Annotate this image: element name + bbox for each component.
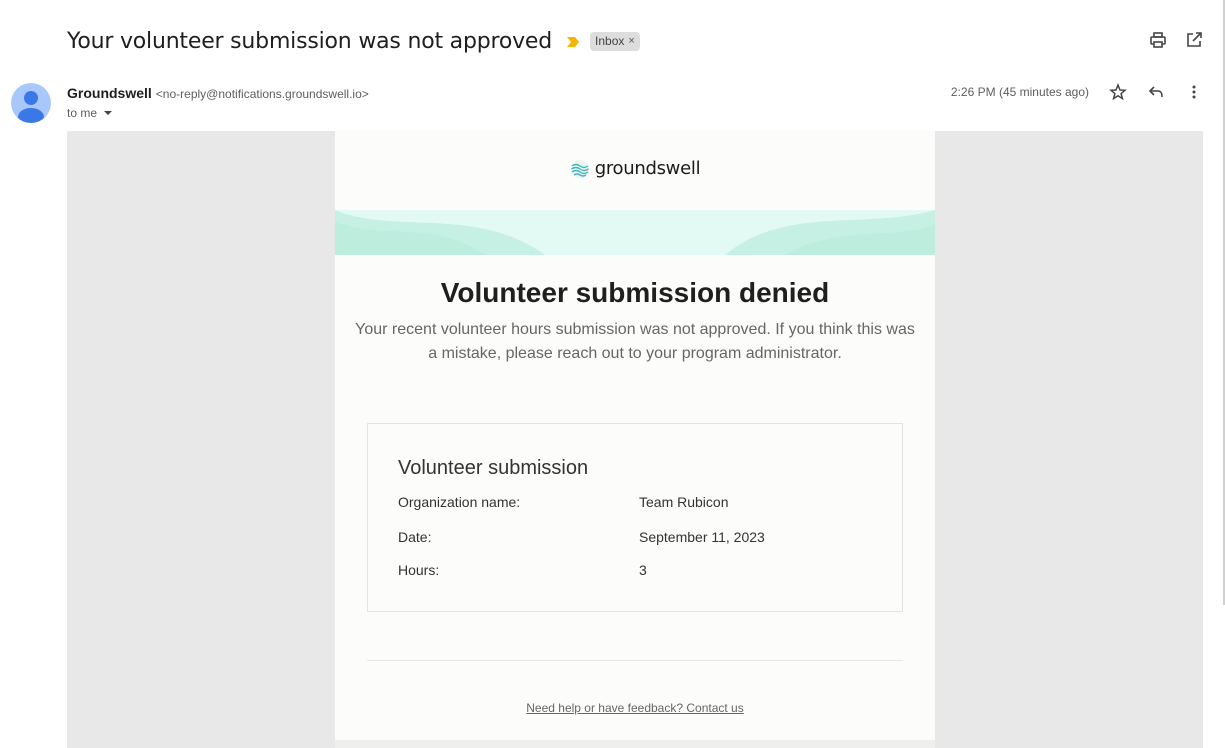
star-icon[interactable] — [1109, 83, 1127, 101]
message-actions — [1109, 83, 1203, 101]
sender-name[interactable]: Groundswell — [67, 85, 152, 101]
more-options-icon[interactable] — [1185, 83, 1203, 101]
detail-label: Hours: — [398, 562, 440, 578]
detail-label: Organization name: — [398, 494, 521, 510]
detail-value: Team Rubicon — [639, 494, 729, 510]
print-icon[interactable] — [1149, 31, 1167, 49]
footer-divider — [367, 660, 903, 661]
detail-label: Date: — [398, 529, 432, 545]
email-subject: Your volunteer submission was not approv… — [67, 28, 553, 54]
sender-block: Groundswell <no-reply@notifications.grou… — [67, 85, 369, 120]
recipient-text: to me — [67, 106, 98, 120]
decorative-wave-banner — [335, 210, 935, 255]
submission-details-title: Volunteer submission — [398, 457, 589, 479]
submission-details-card: Volunteer submission Organization name: … — [367, 423, 903, 612]
sender-line: Groundswell <no-reply@notifications.grou… — [67, 85, 369, 101]
sender-email: <no-reply@notifications.groundswell.io> — [155, 87, 369, 101]
contact-us-link[interactable]: Need help or have feedback? Contact us — [335, 701, 935, 715]
detail-value: September 11, 2023 — [639, 529, 765, 545]
chevron-down-icon[interactable] — [104, 111, 113, 115]
person-icon — [18, 91, 44, 123]
remove-label-icon[interactable]: × — [628, 35, 634, 47]
recipient-details-toggle[interactable]: to me — [67, 106, 369, 120]
top-actions — [1149, 31, 1203, 49]
email-intro: Your recent volunteer hours submission w… — [355, 321, 915, 362]
reply-icon[interactable] — [1147, 83, 1165, 101]
email-heading: Volunteer submission denied — [440, 277, 830, 308]
card-bottom-strip — [335, 740, 935, 748]
brand-header: groundswell — [335, 158, 935, 179]
message-meta: 2:26 PM (45 minutes ago) — [951, 83, 1203, 101]
groundswell-logo-icon — [570, 159, 589, 178]
message-timestamp: 2:26 PM (45 minutes ago) — [950, 85, 1089, 99]
inbox-label-text: Inbox — [595, 34, 625, 48]
sender-avatar[interactable] — [11, 83, 51, 123]
subject-row: Your volunteer submission was not approv… — [67, 26, 640, 56]
inbox-label-chip[interactable]: Inbox × — [590, 31, 640, 51]
email-card: groundswell Volunteer submission denied … — [335, 131, 935, 748]
brand-name: groundswell — [594, 158, 701, 179]
detail-value: 3 — [639, 562, 647, 578]
open-in-new-window-icon[interactable] — [1185, 31, 1203, 49]
importance-marker-icon[interactable] — [566, 35, 580, 47]
